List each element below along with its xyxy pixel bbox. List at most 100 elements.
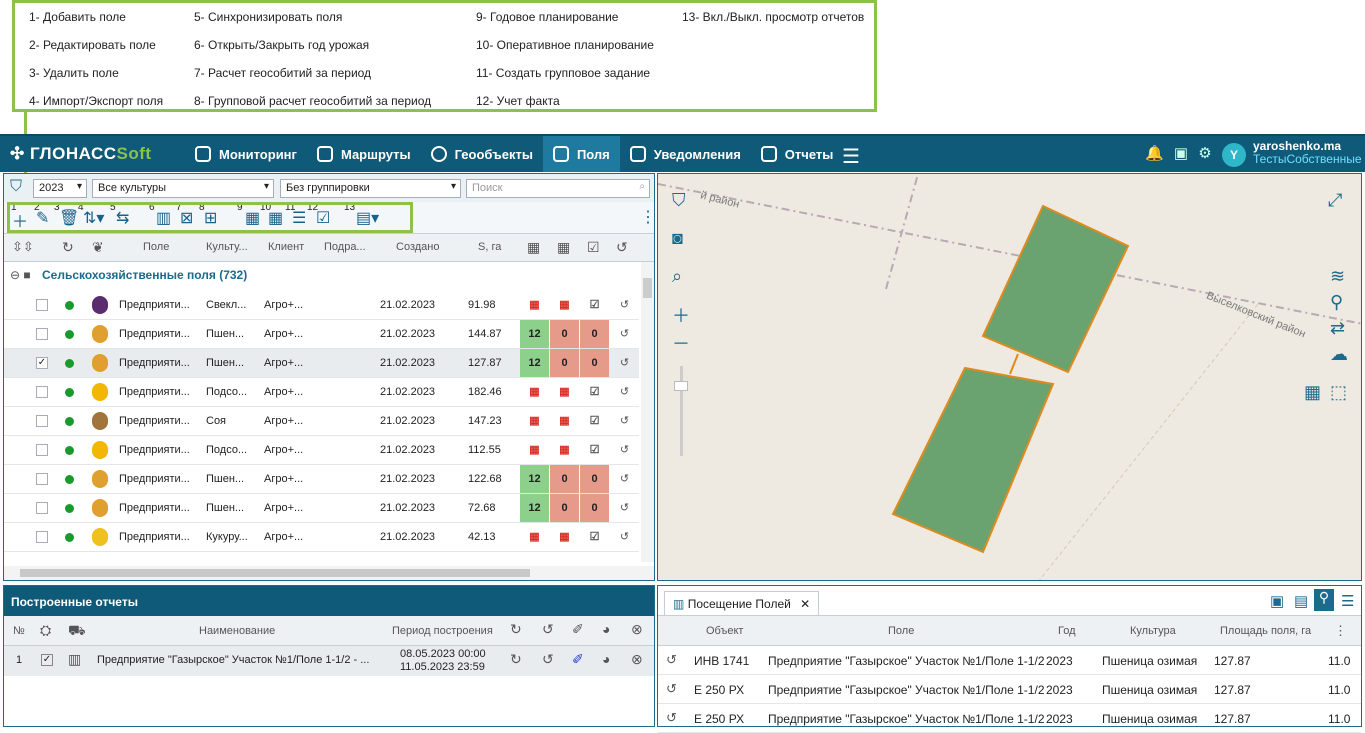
layers-icon[interactable]: ≋ bbox=[1330, 266, 1345, 287]
history-icon[interactable]: ↺ bbox=[542, 621, 554, 638]
calendar-icon[interactable]: ▦ bbox=[520, 378, 549, 406]
calendar-icon[interactable]: ▦ bbox=[520, 291, 549, 319]
calendar-icon[interactable]: ▦ bbox=[520, 407, 549, 435]
collapse-icon[interactable]: ⊖ ■ bbox=[10, 268, 31, 282]
avatar[interactable]: Y bbox=[1222, 143, 1246, 167]
horizontal-scrollbar[interactable] bbox=[4, 566, 654, 580]
col-area[interactable]: S, га bbox=[478, 241, 501, 253]
crops-select[interactable]: Все культуры ▾ bbox=[92, 179, 274, 198]
history-icon[interactable]: ↺ bbox=[616, 239, 628, 256]
calendar-icon[interactable]: ▦ bbox=[520, 436, 549, 464]
history-icon[interactable]: ↺ bbox=[542, 651, 554, 668]
table-row[interactable]: ✓ Предприяти... Пшен... Агро+... 21.02.2… bbox=[4, 349, 639, 378]
year-select[interactable]: 2023 ▾ bbox=[33, 179, 87, 198]
nav-routes[interactable]: Маршруты bbox=[307, 136, 421, 172]
plan-operative[interactable]: 0 bbox=[550, 494, 579, 522]
fact-count[interactable]: 0 bbox=[580, 349, 609, 377]
plan-operative[interactable]: 0 bbox=[550, 349, 579, 377]
col-name[interactable]: Наименование bbox=[199, 625, 275, 637]
bell-icon[interactable]: 🔔 bbox=[1145, 145, 1164, 162]
calendar-icon[interactable]: ▦ bbox=[520, 523, 549, 551]
col-crop[interactable]: Культура bbox=[1130, 625, 1176, 637]
car-icon[interactable]: ⛟ bbox=[68, 622, 86, 641]
refresh-icon[interactable]: ↻ bbox=[510, 651, 522, 668]
zoom-slider[interactable] bbox=[680, 366, 683, 456]
col-created[interactable]: Создано bbox=[396, 241, 439, 253]
excel-icon[interactable]: ▣ bbox=[1270, 592, 1284, 610]
user-info[interactable]: yaroshenko.ma ТестыСобственные bbox=[1253, 140, 1362, 166]
visit-row[interactable]: ↺ Е 250 РХ Предприятие "Газырское" Участ… bbox=[658, 704, 1361, 733]
history-icon[interactable]: ↺ bbox=[610, 320, 639, 348]
report-row[interactable]: 1 ✓ ▥ Предприятие "Газырское" Участок №1… bbox=[4, 646, 654, 676]
row-checkbox[interactable] bbox=[36, 328, 48, 340]
menu-icon[interactable]: ☰ bbox=[842, 144, 860, 169]
check-icon[interactable]: ☑ bbox=[580, 407, 609, 435]
calendar-alert-icon[interactable]: ▦ bbox=[550, 291, 579, 319]
history-icon[interactable]: ↺ bbox=[666, 681, 677, 697]
nav-geoobjects[interactable]: Геообъекты bbox=[421, 136, 543, 172]
nav-fields[interactable]: Поля bbox=[542, 136, 620, 172]
table-row[interactable]: Предприяти... Соя Агро+... 21.02.2023 14… bbox=[4, 407, 639, 436]
search-input[interactable]: Поиск ⌕ bbox=[466, 179, 650, 198]
map-canvas[interactable] bbox=[658, 174, 1362, 581]
calendar-alert-icon[interactable]: ▦ bbox=[550, 407, 579, 435]
col-field[interactable]: Поле bbox=[143, 241, 169, 253]
more-vertical-icon[interactable]: ⋮ bbox=[1334, 623, 1347, 639]
close-circle-icon[interactable]: ⊗ bbox=[631, 621, 643, 638]
calendar-alert-icon[interactable]: ▦ bbox=[550, 523, 579, 551]
map-calendar-icon[interactable]: ▦ bbox=[1304, 382, 1321, 403]
row-checkbox[interactable] bbox=[36, 415, 48, 427]
refresh-icon[interactable]: ↻ bbox=[62, 239, 74, 256]
map-filter-icon[interactable]: ⛉ bbox=[672, 190, 686, 211]
zoom-search-icon[interactable]: ⌕ bbox=[672, 266, 682, 287]
col-client[interactable]: Клиент bbox=[268, 241, 304, 253]
fullscreen-icon[interactable]: ⤢ bbox=[1328, 190, 1342, 211]
table-row[interactable]: Предприяти... Свекл... Агро+... 21.02.20… bbox=[4, 291, 639, 320]
history-icon[interactable]: ↺ bbox=[610, 465, 639, 493]
filter-icon[interactable]: ⛉ bbox=[10, 178, 22, 196]
col-crop[interactable]: Культу... bbox=[206, 241, 248, 253]
expand-icon[interactable]: ⇳⇳ bbox=[12, 239, 34, 255]
row-checkbox[interactable] bbox=[36, 444, 48, 456]
check-icon[interactable]: ☑ bbox=[580, 291, 609, 319]
plan-operative[interactable]: 0 bbox=[550, 465, 579, 493]
row-checkbox[interactable] bbox=[36, 473, 48, 485]
map-track-icon[interactable]: ✐ bbox=[572, 651, 584, 668]
table-row[interactable]: Предприяти... Подсо... Агро+... 21.02.20… bbox=[4, 436, 639, 465]
col-area[interactable]: Площадь поля, га bbox=[1220, 625, 1311, 637]
report-checkbox[interactable]: ✓ bbox=[41, 654, 53, 666]
table-row[interactable]: Предприяти... Пшен... Агро+... 21.02.202… bbox=[4, 494, 639, 523]
vertical-scrollbar[interactable] bbox=[641, 262, 654, 562]
col-division[interactable]: Подра... bbox=[324, 241, 366, 253]
calendar-alert-icon[interactable]: ▦ bbox=[550, 436, 579, 464]
tab-visits[interactable]: ▥ Посещение Полей ✕ bbox=[664, 591, 820, 615]
zoom-slider-handle[interactable] bbox=[674, 381, 688, 391]
calendar-icon[interactable]: ▦ bbox=[527, 239, 540, 256]
visit-row[interactable]: ↺ Е 250 РХ Предприятие "Газырское" Участ… bbox=[658, 675, 1361, 704]
close-icon[interactable]: ✕ bbox=[800, 597, 810, 611]
col-period[interactable]: Период построения bbox=[392, 625, 493, 637]
plan-annual[interactable]: 12 bbox=[520, 320, 549, 348]
table-row[interactable]: Предприяти... Подсо... Агро+... 21.02.20… bbox=[4, 378, 639, 407]
table-row[interactable]: Предприяти... Кукуру... Агро+... 21.02.2… bbox=[4, 523, 639, 552]
weather-icon[interactable]: ☁ bbox=[1330, 344, 1348, 365]
check-icon[interactable]: ☑ bbox=[587, 239, 600, 256]
gear-icon[interactable]: ⚙ bbox=[1198, 145, 1211, 162]
history-icon[interactable]: ↺ bbox=[610, 378, 639, 406]
pie-icon[interactable]: ◕ bbox=[602, 651, 610, 667]
fact-count[interactable]: 0 bbox=[580, 320, 609, 348]
plan-annual[interactable]: 12 bbox=[520, 494, 549, 522]
row-checkbox[interactable]: ✓ bbox=[36, 357, 48, 369]
calendar-alert-icon[interactable]: ▦ bbox=[550, 378, 579, 406]
col-field[interactable]: Поле bbox=[888, 625, 914, 637]
history-icon[interactable]: ↺ bbox=[610, 494, 639, 522]
map-view[interactable]: й район Выселковский район ⛉ ◙ ⌕ ＋ － ⤢ ≋… bbox=[657, 173, 1362, 581]
check-icon[interactable]: ☑ bbox=[580, 378, 609, 406]
col-year[interactable]: Год bbox=[1058, 625, 1076, 637]
refresh-icon[interactable]: ↻ bbox=[510, 621, 522, 638]
table-row[interactable]: Предприяти... Пшен... Агро+... 21.02.202… bbox=[4, 465, 639, 494]
row-checkbox[interactable] bbox=[36, 531, 48, 543]
col-object[interactable]: Объект bbox=[706, 625, 743, 637]
group-row[interactable]: ⊖ ■ Сельскохозяйственные поля (732) bbox=[4, 262, 654, 288]
history-icon[interactable]: ↺ bbox=[610, 436, 639, 464]
